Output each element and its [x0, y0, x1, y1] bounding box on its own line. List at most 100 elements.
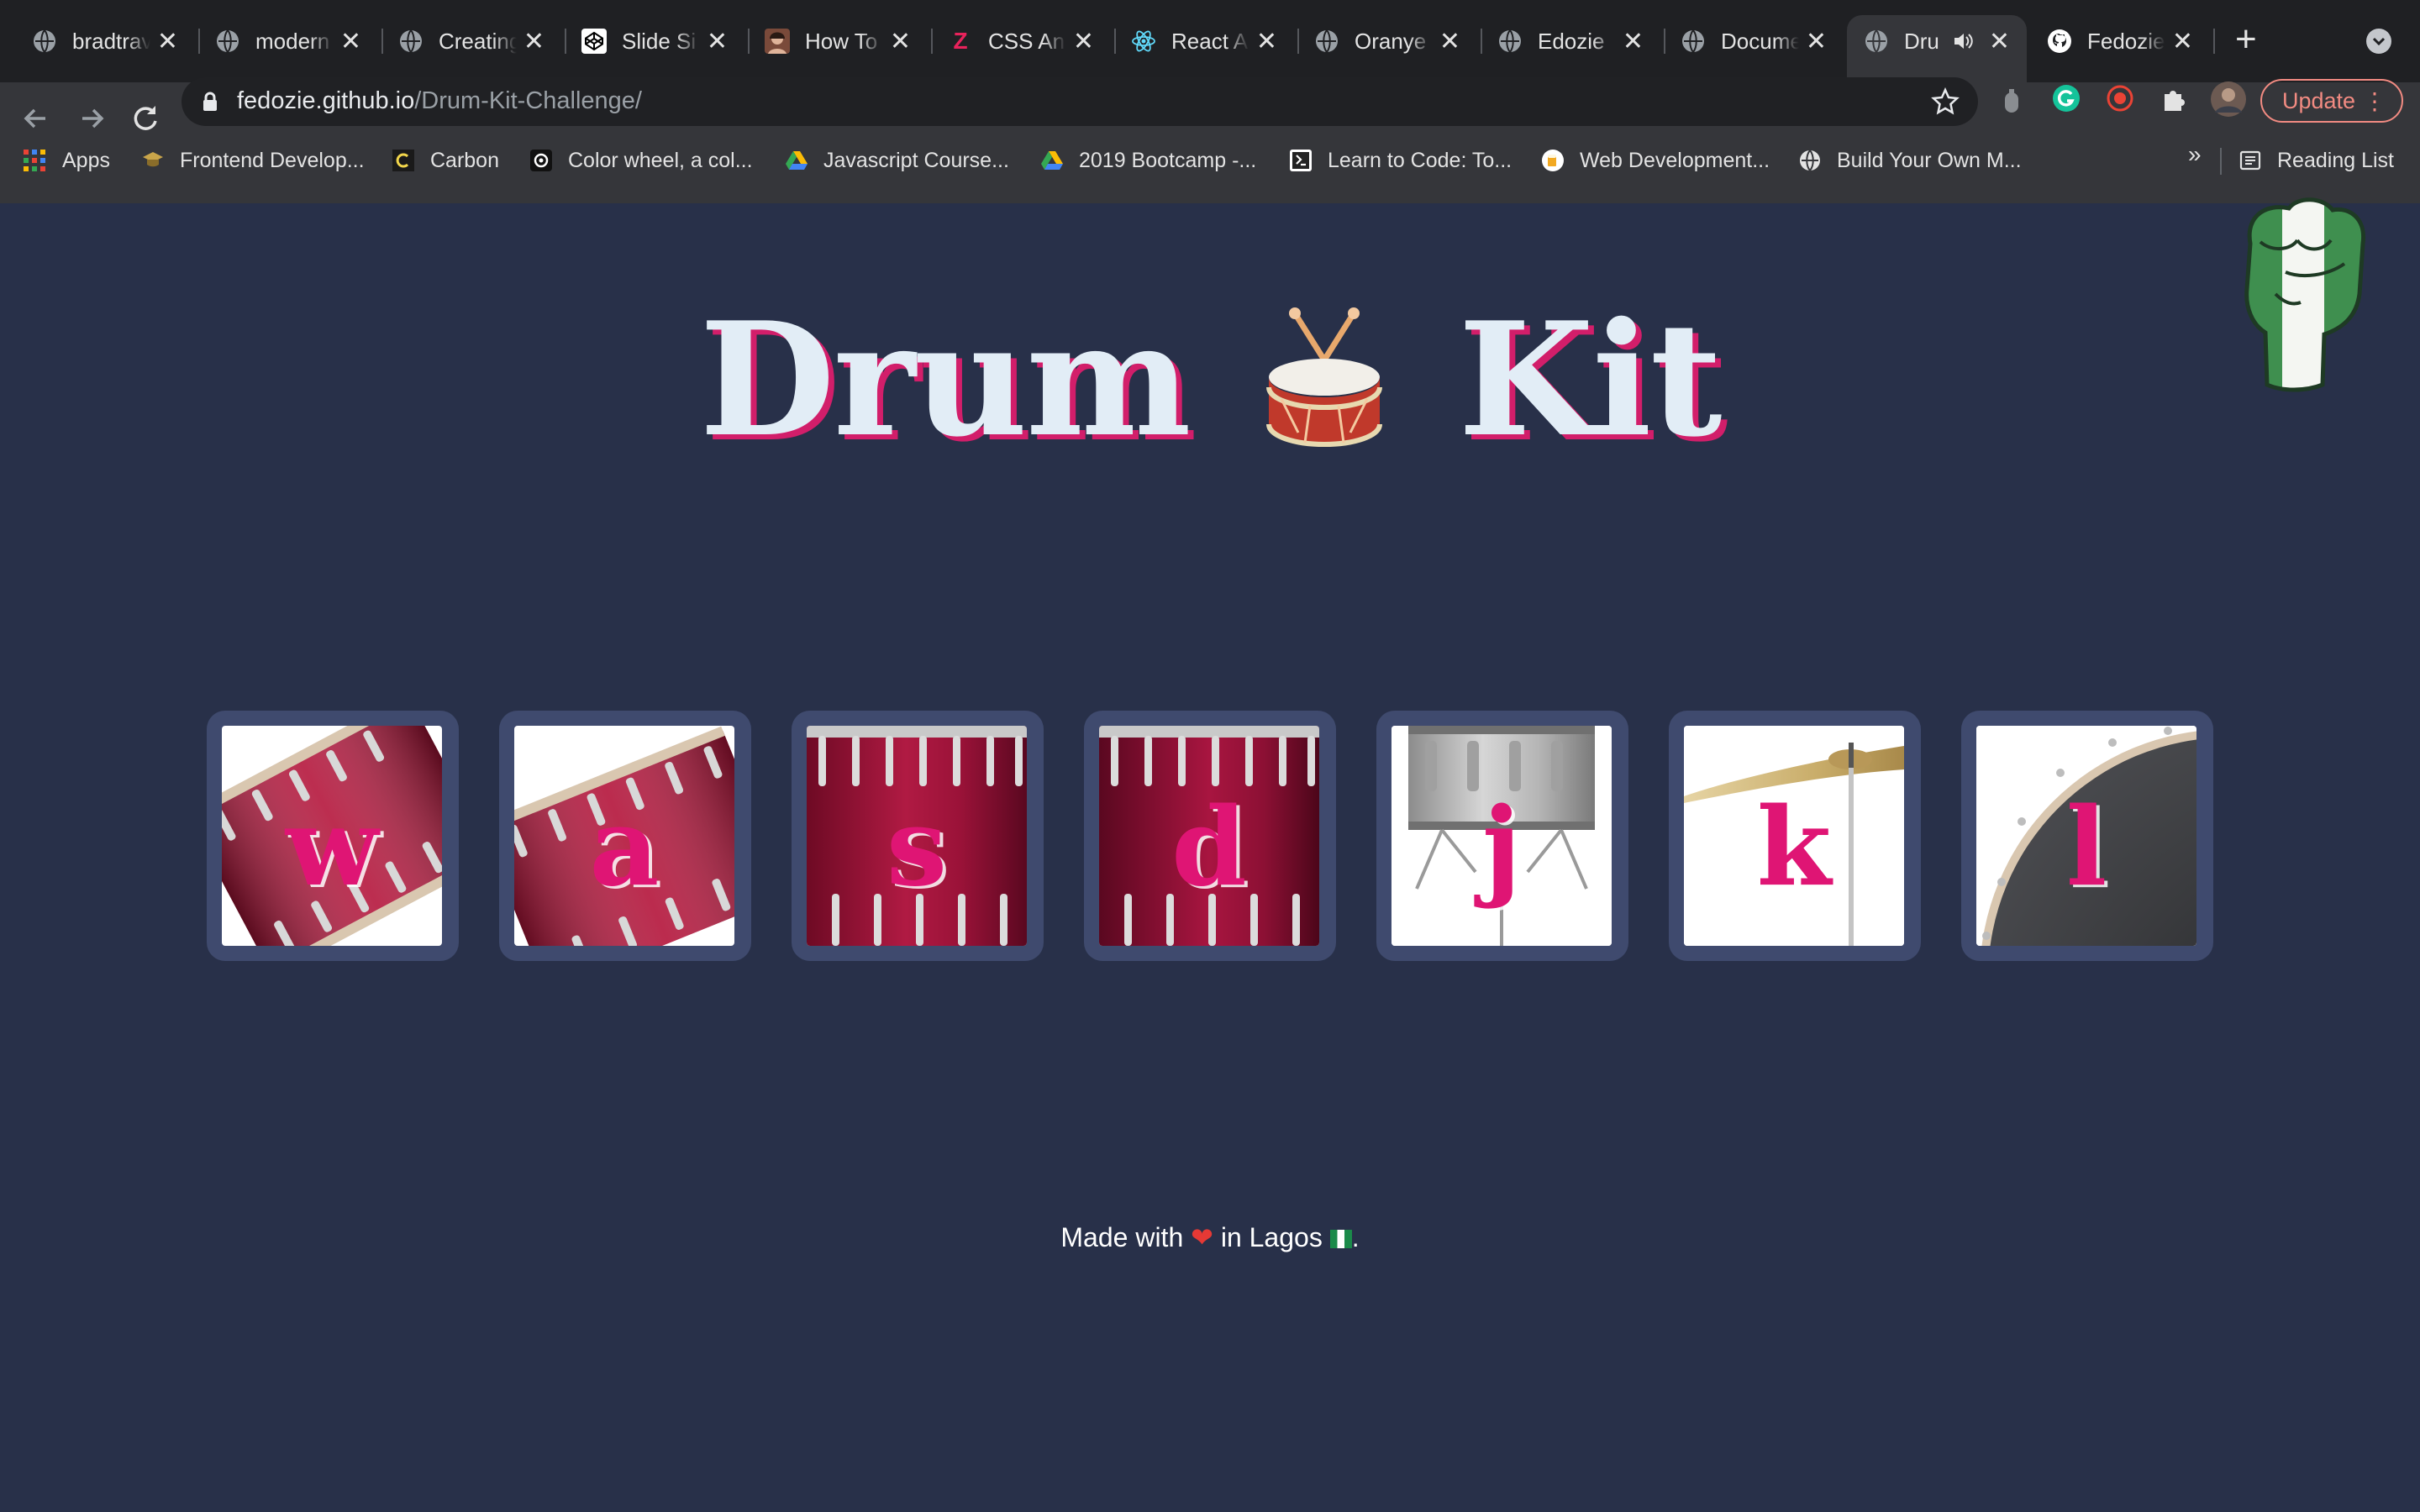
tab-divider: [2213, 29, 2215, 54]
tab-title: Oranye: [1355, 28, 1427, 54]
key-letter: d: [1171, 785, 1247, 911]
tab-fedozie-github[interactable]: Fedozie ✕: [2030, 15, 2210, 67]
tab-title: Docume: [1721, 28, 1799, 54]
grammarly-icon[interactable]: [2052, 84, 2081, 113]
key-letter: k: [1756, 785, 1832, 911]
new-tab-button[interactable]: +: [2235, 18, 2257, 60]
tab-oranye[interactable]: Oranye ✕: [1297, 15, 1477, 67]
footer: Made with ❤ in Lagos .: [0, 1221, 2420, 1253]
bookmark-learn-to-code[interactable]: Learn to Code: To...: [1289, 144, 1512, 176]
back-arrow-icon[interactable]: [18, 101, 54, 136]
lock-icon[interactable]: [202, 92, 218, 112]
bookmark-label: Color wheel, a col...: [568, 148, 753, 172]
close-icon[interactable]: ✕: [340, 27, 361, 56]
address-bar[interactable]: fedozie.github.io/Drum-Kit-Challenge/: [182, 77, 1978, 126]
bookmark-carbon[interactable]: Carbon: [392, 144, 499, 176]
drum-key-j[interactable]: j: [1376, 711, 1628, 961]
drum-key-d[interactable]: d: [1084, 711, 1336, 961]
globe-icon: [215, 29, 240, 54]
close-icon[interactable]: ✕: [1806, 27, 1827, 56]
close-icon[interactable]: ✕: [890, 27, 911, 56]
tab-drum-kit-active[interactable]: Dru ✕: [1847, 15, 2027, 82]
close-icon[interactable]: ✕: [1073, 27, 1094, 56]
close-icon[interactable]: ✕: [2172, 27, 2193, 56]
update-button[interactable]: Update ⋮: [2260, 79, 2403, 123]
tab-react-a[interactable]: React A ✕: [1114, 15, 1294, 67]
bookmark-star-icon[interactable]: [1931, 87, 1960, 116]
forward-arrow-icon[interactable]: [74, 101, 109, 136]
drum-key-s[interactable]: s: [792, 711, 1044, 961]
close-icon[interactable]: ✕: [523, 27, 544, 56]
drum-key-w[interactable]: w: [207, 711, 459, 961]
key-face: l: [1976, 726, 2196, 946]
key-face: k: [1684, 726, 1904, 946]
avatar-icon: [765, 29, 790, 54]
drum-key-l[interactable]: l: [1961, 711, 2213, 961]
extension-gray-icon[interactable]: [2002, 87, 2022, 116]
tab-docume[interactable]: Docume ✕: [1664, 15, 1844, 67]
globe-icon: [1681, 29, 1706, 54]
bookmark-2019-bootcamp[interactable]: 2019 Bootcamp -...: [1040, 144, 1256, 176]
bookmark-javascript-course[interactable]: Javascript Course...: [785, 144, 1009, 176]
reading-list-icon: [2239, 150, 2261, 171]
nigeria-flag-icon: [1329, 1230, 1352, 1248]
extensions-puzzle-icon[interactable]: [2160, 84, 2188, 113]
bookmark-apps[interactable]: Apps: [24, 144, 110, 176]
drum-emoji-icon: [1265, 307, 1382, 448]
page-title: Drum Kit: [0, 287, 2420, 471]
bookmarks-divider: [2220, 148, 2222, 175]
url-text[interactable]: fedozie.github.io/Drum-Kit-Challenge/: [237, 87, 642, 115]
tab-title: React A: [1171, 28, 1249, 54]
tab-title: Edozie: [1538, 28, 1605, 54]
bookmark-label: Carbon: [430, 148, 499, 172]
globe-icon: [1314, 29, 1339, 54]
tab-slide-si[interactable]: Slide Si ✕: [565, 15, 744, 67]
bookmark-label: Learn to Code: To...: [1328, 148, 1512, 172]
bookmark-label: Apps: [62, 148, 110, 172]
close-icon[interactable]: ✕: [1989, 27, 2010, 56]
tab-how-to[interactable]: How To ✕: [748, 15, 928, 67]
url-path: /Drum-Kit-Challenge/: [414, 87, 642, 114]
tab-css-ani[interactable]: Z CSS Ani ✕: [931, 15, 1111, 67]
more-menu-icon[interactable]: ⋮: [2363, 87, 2386, 115]
profile-avatar-icon[interactable]: [2210, 81, 2247, 118]
tab-edozie[interactable]: Edozie ✕: [1481, 15, 1660, 67]
tab-search-icon[interactable]: [2366, 29, 2391, 54]
bookmark-web-development[interactable]: Web Development...: [1541, 144, 1770, 176]
graduation-cap-icon: [143, 152, 163, 167]
tab-bradtrav[interactable]: bradtrav ✕: [15, 15, 195, 67]
bookmark-label: Frontend Develop...: [180, 148, 365, 172]
bookmark-build-your-own[interactable]: Build Your Own M...: [1798, 144, 2022, 176]
tab-title: How To: [805, 28, 878, 54]
google-drive-icon: [786, 151, 808, 170]
tab-modern[interactable]: modern ✕: [198, 15, 378, 67]
close-icon[interactable]: ✕: [707, 27, 728, 56]
tab-creating[interactable]: Creating ✕: [381, 15, 561, 67]
key-letter: j: [1481, 785, 1522, 911]
bookmark-frontend-develop[interactable]: Frontend Develop...: [141, 144, 365, 176]
bookmark-label: Javascript Course...: [823, 148, 1009, 172]
reload-icon[interactable]: [128, 101, 163, 136]
globe-icon: [1864, 29, 1889, 54]
bookmarks-overflow-button[interactable]: »: [2188, 141, 2202, 168]
drum-key-k[interactable]: k: [1669, 711, 1921, 961]
react-icon: [1131, 29, 1156, 54]
update-label: Update: [2282, 87, 2356, 113]
footer-prefix: Made with: [1060, 1222, 1184, 1252]
page-content: Drum Kit w a s d j k l Made with ❤ in La…: [0, 186, 2420, 1512]
key-face: a: [514, 726, 734, 946]
speaker-icon[interactable]: [1952, 30, 1974, 52]
close-icon[interactable]: ✕: [1256, 27, 1277, 56]
drum-key-a[interactable]: a: [499, 711, 751, 961]
codepen-icon: [581, 29, 607, 54]
close-icon[interactable]: ✕: [1623, 27, 1644, 56]
screen-recorder-icon[interactable]: [2106, 84, 2134, 113]
tab-title: modern: [255, 28, 330, 54]
bookmarks-bar: Apps Frontend Develop... Carbon Color wh…: [0, 134, 2420, 186]
close-icon[interactable]: ✕: [1439, 27, 1460, 56]
bookmark-color-wheel[interactable]: Color wheel, a col...: [529, 144, 753, 176]
close-icon[interactable]: ✕: [157, 27, 178, 56]
title-word-drum: Drum: [699, 287, 1191, 471]
reading-list-button[interactable]: Reading List: [2238, 144, 2394, 176]
bookmark-label: Build Your Own M...: [1837, 148, 2022, 172]
